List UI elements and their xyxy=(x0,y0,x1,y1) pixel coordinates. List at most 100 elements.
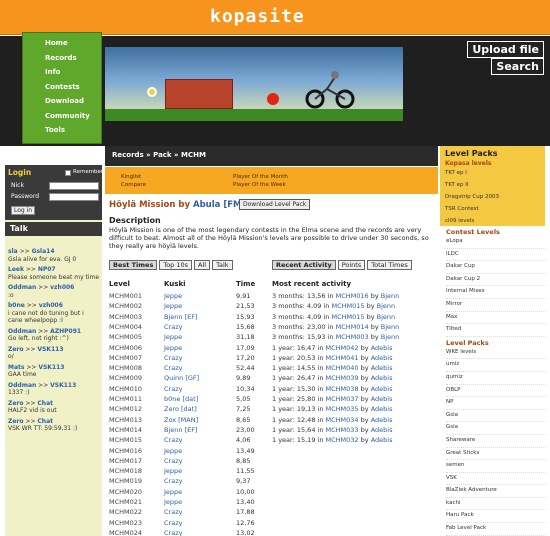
activity-level-link[interactable]: MCHM037 xyxy=(326,395,359,403)
login-button[interactable]: Log in xyxy=(11,206,36,215)
table-row-kuski[interactable]: Crazy xyxy=(164,508,182,516)
activity-kuski-link[interactable]: Adebis xyxy=(371,395,393,403)
table-row-level[interactable]: MCHM009 xyxy=(109,374,142,382)
table-row-level[interactable]: MCHM008 xyxy=(109,364,142,372)
activity-kuski-link[interactable]: Adebis xyxy=(371,364,393,372)
level-pack-link[interactable]: umiz xyxy=(446,359,546,372)
table-row-kuski[interactable]: Zox [MAN] xyxy=(164,416,198,424)
table-row-level[interactable]: MCHM015 xyxy=(109,436,142,444)
activity-level-link[interactable]: MCHM033 xyxy=(326,426,359,434)
level-pack-link[interactable]: kachi xyxy=(446,498,546,511)
level-pack-link[interactable]: semen xyxy=(446,460,546,473)
kopasa-pack-link[interactable]: TKT ep I xyxy=(445,167,540,179)
activity-kuski-link[interactable]: Adebis xyxy=(371,374,393,382)
upload-file-button[interactable]: Upload file xyxy=(467,41,544,58)
activity-kuski-link[interactable]: Bjenn xyxy=(377,302,396,310)
activity-level-link[interactable]: MCHM038 xyxy=(326,385,359,393)
activity-kuski-link[interactable]: Adebis xyxy=(371,426,393,434)
table-row-level[interactable]: MCHM023 xyxy=(109,519,142,527)
table-row-level[interactable]: MCHM017 xyxy=(109,457,142,465)
level-author[interactable]: Abula xyxy=(193,200,220,210)
talk-target[interactable]: VSK113 xyxy=(37,346,63,353)
level-pack-link[interactable]: Gsla xyxy=(446,410,546,423)
talk-target[interactable]: NP07 xyxy=(38,266,56,273)
table-row-kuski[interactable]: Crazy xyxy=(164,529,182,536)
activity-level-link[interactable]: MCHM016 xyxy=(336,292,369,300)
table-row-kuski[interactable]: Bjenn [EF] xyxy=(164,313,198,321)
activity-level-link[interactable]: MCHM042 xyxy=(326,344,359,352)
table-row-kuski[interactable]: Crazy xyxy=(164,323,182,331)
nav-tools[interactable]: Tools xyxy=(23,126,101,141)
talk-target[interactable]: AZHP091 xyxy=(50,328,81,335)
table-row-level[interactable]: MCHM020 xyxy=(109,488,142,496)
tab-points[interactable]: Points xyxy=(337,260,366,270)
table-row-kuski[interactable]: Jeppe xyxy=(164,292,182,300)
activity-kuski-link[interactable]: Adebis xyxy=(371,405,393,413)
level-pack-link[interactable]: Shareware xyxy=(446,435,546,448)
contest-pack-link[interactable]: Dakar Cup 2 xyxy=(446,274,546,287)
table-row-kuski[interactable]: Crazy xyxy=(164,364,182,372)
level-pack-link[interactable]: Gsla xyxy=(446,422,546,435)
level-pack-link[interactable]: Great Sticks xyxy=(446,448,546,461)
tab-recent-activity[interactable]: Recent Activity xyxy=(272,260,336,270)
table-row-level[interactable]: MCHM001 xyxy=(109,292,142,300)
activity-level-link[interactable]: MCHM034 xyxy=(326,416,359,424)
nick-field[interactable] xyxy=(49,182,99,190)
table-row-level[interactable]: MCHM003 xyxy=(109,313,142,321)
talk-nick[interactable]: sla xyxy=(8,248,18,255)
table-row-level[interactable]: MCHM011 xyxy=(109,395,142,403)
activity-level-link[interactable]: MCHM035 xyxy=(326,405,359,413)
table-row-kuski[interactable]: Jeppe xyxy=(164,302,182,310)
table-row-level[interactable]: MCHM010 xyxy=(109,385,142,393)
table-row-kuski[interactable]: Jeppe xyxy=(164,333,182,341)
nav-info[interactable]: Info xyxy=(23,68,101,83)
kopasa-pack-link[interactable]: TSR Contest xyxy=(445,203,540,215)
activity-kuski-link[interactable]: Adebis xyxy=(371,344,393,352)
table-row-kuski[interactable]: Jeppe xyxy=(164,498,182,506)
nav-contests[interactable]: Contests xyxy=(23,83,101,98)
talk-nick[interactable]: b0ne xyxy=(8,302,25,309)
table-row-level[interactable]: MCHM004 xyxy=(109,323,142,331)
talk-target[interactable]: vzh006 xyxy=(39,302,63,309)
table-row-level[interactable]: MCHM006 xyxy=(109,344,142,352)
download-level-pack-button[interactable]: Download Level Pack xyxy=(239,199,311,210)
table-row-level[interactable]: MCHM002 xyxy=(109,302,142,310)
activity-kuski-link[interactable]: Bjenn xyxy=(381,292,400,300)
nav-home[interactable]: Home xyxy=(23,39,101,54)
talk-nick[interactable]: Oddman xyxy=(8,382,36,389)
activity-level-link[interactable]: MCHM032 xyxy=(326,436,359,444)
table-row-level[interactable]: MCHM022 xyxy=(109,508,142,516)
level-pack-link[interactable]: qumiz xyxy=(446,372,546,385)
contest-pack-link[interactable]: ILDC xyxy=(446,249,546,262)
table-row-level[interactable]: MCHM014 xyxy=(109,426,142,434)
table-row-level[interactable]: MCHM013 xyxy=(109,416,142,424)
activity-kuski-link[interactable]: Bjenn xyxy=(381,333,400,341)
talk-target[interactable]: VSK113 xyxy=(38,364,64,371)
table-row-kuski[interactable]: Bjenn [EF] xyxy=(164,426,198,434)
table-row-kuski[interactable]: b0ne [dat] xyxy=(164,395,198,403)
remember-checkbox[interactable] xyxy=(65,170,71,176)
table-row-level[interactable]: MCHM024 xyxy=(109,529,142,536)
nav-download[interactable]: Download xyxy=(23,97,101,112)
level-pack-link[interactable]: WKE levels xyxy=(446,347,546,360)
nav-community[interactable]: Community xyxy=(23,112,101,127)
level-pack-link[interactable]: Haru Pack xyxy=(446,510,546,524)
contest-pack-link[interactable]: Mirror xyxy=(446,299,546,312)
activity-level-link[interactable]: MCHM003 xyxy=(336,333,369,341)
table-row-kuski[interactable]: Zero [dat] xyxy=(164,405,197,413)
talk-nick[interactable]: Oddman xyxy=(8,328,36,335)
table-row-level[interactable]: MCHM016 xyxy=(109,447,142,455)
talk-nick[interactable]: Zero xyxy=(8,400,24,407)
table-row-kuski[interactable]: Crazy xyxy=(164,519,182,527)
table-row-level[interactable]: MCHM021 xyxy=(109,498,142,506)
table-row-kuski[interactable]: Crazy xyxy=(164,385,182,393)
table-row-kuski[interactable]: Jeppe xyxy=(164,344,182,352)
table-row-kuski[interactable]: Jeppe xyxy=(164,447,182,455)
level-pack-link[interactable]: VSK xyxy=(446,473,546,486)
activity-kuski-link[interactable]: Adebis xyxy=(371,436,393,444)
talk-target[interactable]: Chat xyxy=(37,400,53,407)
level-pack-link[interactable]: BlaZiek Adventure xyxy=(446,485,546,498)
activity-kuski-link[interactable]: Adebis xyxy=(371,385,393,393)
password-field[interactable] xyxy=(49,193,99,201)
activity-kuski-link[interactable]: Adebis xyxy=(371,354,393,362)
